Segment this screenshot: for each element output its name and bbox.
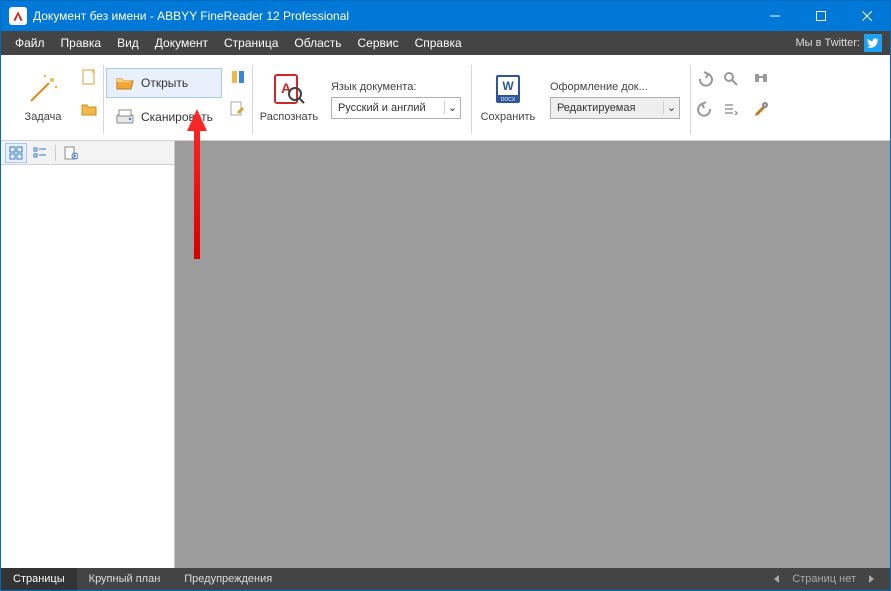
pages-panel-toolbar	[1, 141, 174, 165]
panel-settings-button[interactable]	[60, 143, 82, 163]
document-area[interactable]	[175, 141, 890, 568]
status-tab-pages[interactable]: Страницы	[1, 568, 77, 590]
twitter-icon[interactable]	[864, 34, 882, 52]
binoculars-button[interactable]	[749, 67, 773, 91]
status-tab-warnings[interactable]: Предупреждения	[172, 568, 284, 590]
layout-dropdown[interactable]: Редактируемая ⌄	[550, 97, 680, 119]
page-nav-label: Страниц нет	[792, 573, 856, 585]
task-button[interactable]: Задача	[9, 59, 77, 135]
open-button[interactable]: Открыть	[106, 68, 222, 98]
pages-panel	[1, 141, 175, 568]
lang-value: Русский и англий	[332, 102, 444, 114]
chevron-down-icon: ⌄	[663, 101, 679, 114]
scan-label: Сканировать	[141, 110, 213, 124]
layout-value: Редактируемая	[551, 102, 663, 114]
titlebar: Документ без имени - ABBYY FineReader 12…	[1, 1, 890, 31]
lang-dropdown[interactable]: Русский и англий ⌄	[331, 97, 461, 119]
window-title: Документ без имени - ABBYY FineReader 12…	[33, 9, 349, 23]
workspace	[1, 141, 890, 568]
list-settings-button[interactable]	[719, 97, 743, 121]
app-window: Документ без имени - ABBYY FineReader 12…	[0, 0, 891, 591]
redo-button[interactable]	[693, 97, 717, 121]
close-button[interactable]	[844, 1, 890, 31]
status-tab-closeup[interactable]: Крупный план	[77, 568, 173, 590]
twitter-label: Мы в Twitter:	[796, 37, 864, 49]
chevron-down-icon: ⌄	[444, 101, 460, 114]
maximize-button[interactable]	[798, 1, 844, 31]
menubar: Файл Правка Вид Документ Страница Област…	[1, 31, 890, 55]
menu-help[interactable]: Справка	[407, 31, 470, 55]
ribbon-toolbar: Задача Открыть Сканир	[1, 55, 890, 141]
svg-text:W: W	[502, 79, 514, 93]
next-page-button[interactable]	[866, 574, 876, 584]
view-thumbnails-button[interactable]	[5, 143, 27, 163]
save-button[interactable]: W DOCX Сохранить	[474, 59, 542, 135]
open-folder-small-button[interactable]	[77, 97, 101, 121]
prev-page-button[interactable]	[772, 574, 782, 584]
menu-page[interactable]: Страница	[216, 31, 286, 55]
menu-view[interactable]: Вид	[109, 31, 147, 55]
lang-label: Язык документа:	[331, 81, 461, 93]
view-details-button[interactable]	[29, 143, 51, 163]
minimize-button[interactable]	[752, 1, 798, 31]
svg-text:DOCX: DOCX	[501, 97, 516, 103]
task-label: Задача	[25, 111, 62, 123]
word-icon: W DOCX	[490, 71, 526, 107]
pages-list[interactable]	[1, 165, 174, 568]
edit-page-button[interactable]	[226, 97, 250, 121]
scan-button[interactable]: Сканировать	[106, 102, 222, 132]
layout-label: Оформление док...	[550, 81, 680, 93]
page-nav: Страниц нет	[772, 573, 890, 585]
recognize-label: Распознать	[260, 111, 318, 123]
magic-wand-icon	[25, 71, 61, 107]
pages-add-button[interactable]	[226, 65, 250, 89]
options-button[interactable]	[749, 97, 773, 121]
scanner-icon	[115, 107, 135, 127]
new-doc-button[interactable]	[77, 65, 101, 89]
recognize-button[interactable]: A Распознать	[255, 59, 323, 135]
statusbar: Страницы Крупный план Предупреждения Стр…	[1, 568, 890, 590]
find-button[interactable]	[719, 67, 743, 91]
menu-area[interactable]: Область	[286, 31, 349, 55]
undo-button[interactable]	[693, 67, 717, 91]
menu-service[interactable]: Сервис	[350, 31, 407, 55]
folder-open-icon	[115, 73, 135, 93]
open-label: Открыть	[141, 76, 188, 90]
recognize-icon: A	[271, 71, 307, 107]
menu-file[interactable]: Файл	[7, 31, 53, 55]
app-icon	[9, 7, 27, 25]
menu-document[interactable]: Документ	[147, 31, 216, 55]
save-label: Сохранить	[481, 111, 536, 123]
menu-edit[interactable]: Правка	[53, 31, 110, 55]
